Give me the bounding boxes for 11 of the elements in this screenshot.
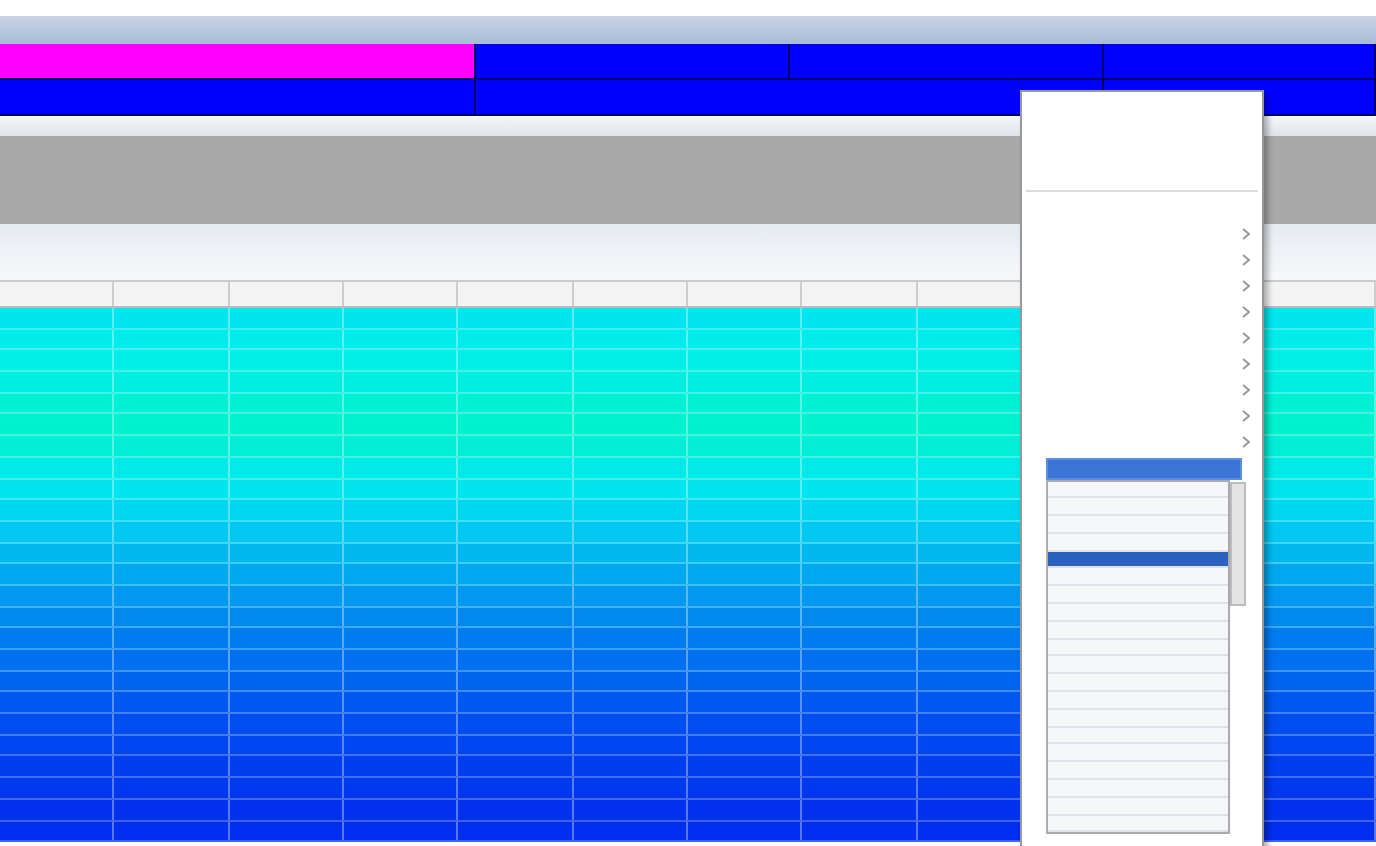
dropdown-field[interactable] [1046,457,1242,479]
chevron-icon [1242,409,1250,421]
chevron-icon [1242,435,1250,447]
chevron-icon [1242,357,1250,369]
scrollbar[interactable] [1230,481,1246,605]
chevron-icon [1242,331,1250,343]
chevron-icon [1242,383,1250,395]
chevron-icon [1242,253,1250,265]
chevron-icon [1242,305,1250,317]
chevron-icon [1242,227,1250,239]
chevron-icon [1242,279,1250,291]
